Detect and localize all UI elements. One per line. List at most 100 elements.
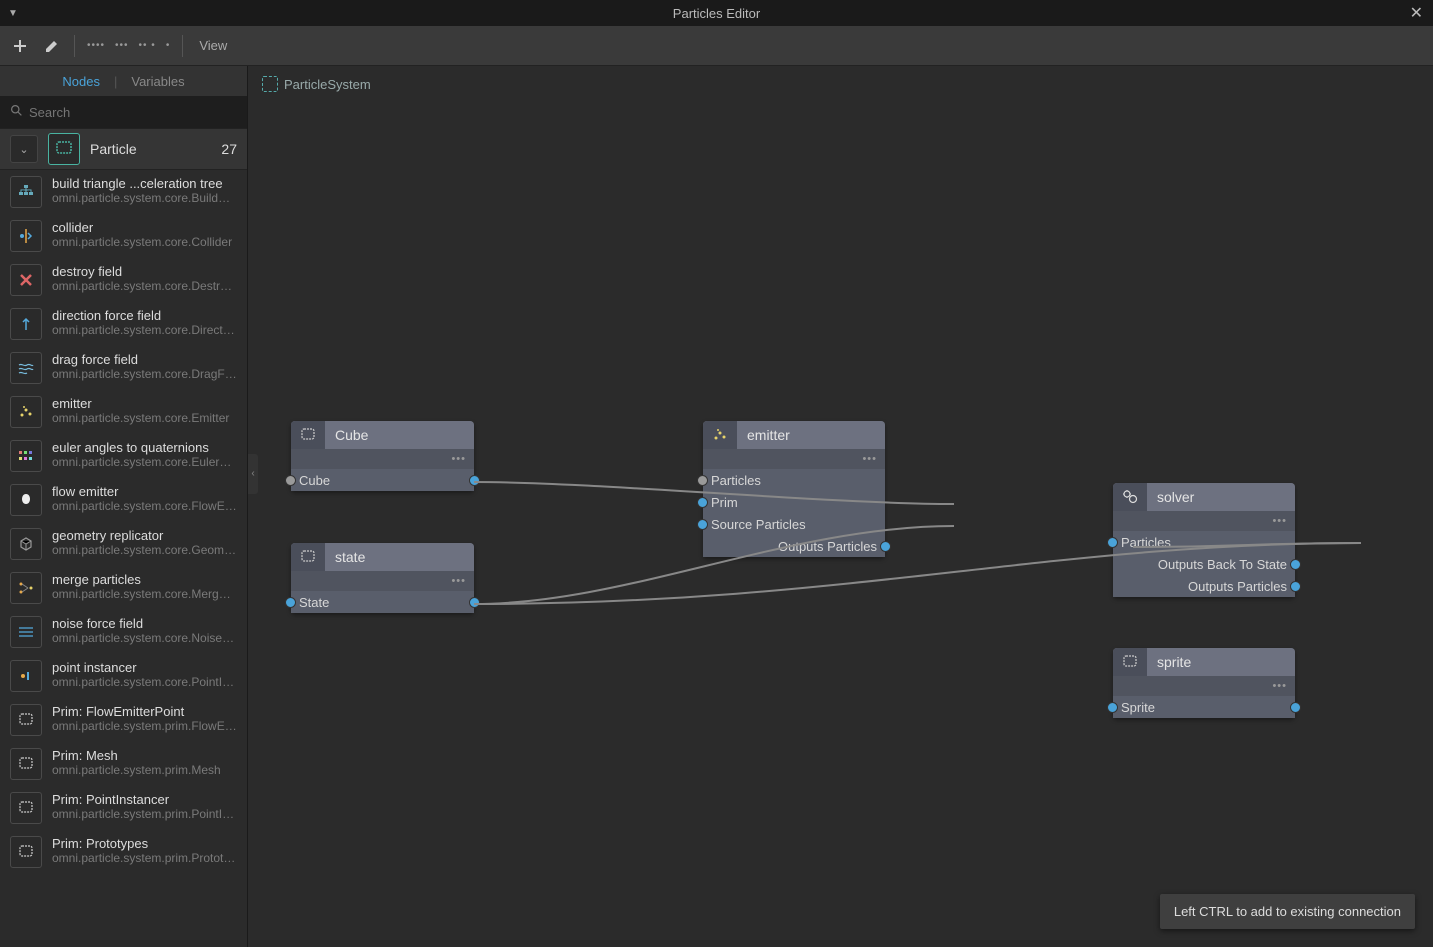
- node-state-icon: [291, 543, 325, 571]
- node-menu-icon[interactable]: •••: [862, 453, 877, 465]
- breadcrumb[interactable]: ParticleSystem: [262, 76, 371, 92]
- collapse-handle[interactable]: ‹: [248, 454, 258, 494]
- port-emitter-source-label: Source Particles: [711, 517, 806, 532]
- node-menu-icon[interactable]: •••: [451, 575, 466, 587]
- chevron-down-icon[interactable]: ⌄: [10, 135, 38, 163]
- view-menu[interactable]: View: [199, 38, 227, 53]
- separator: [74, 35, 75, 57]
- list-item-name: noise force field: [52, 616, 237, 631]
- list-item-path: omni.particle.system.core.NoiseForceFiel…: [52, 631, 237, 645]
- canvas[interactable]: ParticleSystem: [248, 66, 1433, 947]
- category-particle-icon: [48, 133, 80, 165]
- list-item[interactable]: merge particlesomni.particle.system.core…: [0, 566, 247, 610]
- node-solver-title: solver: [1147, 489, 1194, 505]
- search-input[interactable]: [29, 105, 237, 120]
- list-item[interactable]: Prim: PointInstanceromni.particle.system…: [0, 786, 247, 830]
- toolbar-dots-2[interactable]: •• •: [139, 40, 156, 51]
- port-cube-out[interactable]: [469, 475, 480, 486]
- node-list[interactable]: build triangle ...celeration treeomni.pa…: [0, 170, 247, 947]
- node-menu-icon[interactable]: •••: [1272, 680, 1287, 692]
- list-item[interactable]: euler angles to quaternionsomni.particle…: [0, 434, 247, 478]
- tab-variables[interactable]: Variables: [131, 74, 184, 89]
- port-cube-in-label: Cube: [299, 473, 330, 488]
- window-title: Particles Editor: [673, 6, 760, 21]
- list-item-name: point instancer: [52, 660, 237, 675]
- port-sprite-out[interactable]: [1290, 702, 1301, 713]
- list-item[interactable]: Prim: Prototypesomni.particle.system.pri…: [0, 830, 247, 874]
- list-item[interactable]: drag force fieldomni.particle.system.cor…: [0, 346, 247, 390]
- list-item-name: euler angles to quaternions: [52, 440, 237, 455]
- list-item[interactable]: direction force fieldomni.particle.syste…: [0, 302, 247, 346]
- edit-icon[interactable]: [42, 36, 62, 56]
- port-emitter-particles-label: Particles: [711, 473, 761, 488]
- list-item-path: omni.particle.system.prim.FlowEmitterPoi…: [52, 719, 237, 733]
- node-menu-icon[interactable]: •••: [451, 453, 466, 465]
- toolbar-dots-1[interactable]: •: [166, 40, 171, 51]
- list-item-path: omni.particle.system.core.Emitter: [52, 411, 237, 425]
- prim-icon: [10, 704, 42, 736]
- port-state-in[interactable]: [285, 597, 296, 608]
- port-solver-back-label: Outputs Back To State: [1158, 557, 1287, 572]
- node-solver[interactable]: solver ••• Particles Outputs Back To Sta…: [1113, 483, 1295, 597]
- port-solver-out[interactable]: [1290, 581, 1301, 592]
- list-item-name: build triangle ...celeration tree: [52, 176, 237, 191]
- list-item[interactable]: noise force fieldomni.particle.system.co…: [0, 610, 247, 654]
- list-item-path: omni.particle.system.core.DirectionForce…: [52, 323, 237, 337]
- point-icon: [10, 660, 42, 692]
- toolbar-dots-group: •••• ••• •• • •: [87, 40, 170, 51]
- geometry-icon: [10, 528, 42, 560]
- port-cube-in[interactable]: [285, 475, 296, 486]
- node-cube-title: Cube: [325, 427, 368, 443]
- port-solver-particles[interactable]: [1107, 537, 1118, 548]
- list-item-path: omni.particle.system.core.BuildAccelerat…: [52, 191, 237, 205]
- list-item-path: omni.particle.system.core.EulerAnglesToQ…: [52, 455, 237, 469]
- list-item[interactable]: emitteromni.particle.system.core.Emitter: [0, 390, 247, 434]
- node-state-title: state: [325, 549, 365, 565]
- list-item[interactable]: point instanceromni.particle.system.core…: [0, 654, 247, 698]
- list-item-path: omni.particle.system.prim.PointInstancer: [52, 807, 237, 821]
- prim-icon: [10, 748, 42, 780]
- collapse-arrow-icon[interactable]: ▼: [8, 8, 18, 19]
- port-emitter-prim[interactable]: [697, 497, 708, 508]
- node-sprite[interactable]: sprite ••• Sprite: [1113, 648, 1295, 718]
- node-cube[interactable]: Cube ••• Cube: [291, 421, 474, 491]
- list-item[interactable]: Prim: Meshomni.particle.system.prim.Mesh: [0, 742, 247, 786]
- close-icon[interactable]: ✕: [1410, 3, 1423, 23]
- toolbar-dots-4[interactable]: ••••: [87, 40, 105, 51]
- port-state-out[interactable]: [469, 597, 480, 608]
- port-solver-back[interactable]: [1290, 559, 1301, 570]
- list-item[interactable]: flow emitteromni.particle.system.core.Fl…: [0, 478, 247, 522]
- node-cube-icon: [291, 421, 325, 449]
- category-name: Particle: [90, 141, 211, 157]
- tooltip: Left CTRL to add to existing connection: [1160, 894, 1415, 929]
- tab-nodes[interactable]: Nodes: [62, 74, 100, 89]
- node-sprite-icon: [1113, 648, 1147, 676]
- search-row: [0, 96, 247, 128]
- node-state[interactable]: state ••• State: [291, 543, 474, 613]
- list-item[interactable]: build triangle ...celeration treeomni.pa…: [0, 170, 247, 214]
- list-item-name: Prim: Mesh: [52, 748, 237, 763]
- port-emitter-out[interactable]: [880, 541, 891, 552]
- toolbar: •••• ••• •• • • View: [0, 26, 1433, 66]
- toolbar-dots-3[interactable]: •••: [115, 40, 129, 51]
- node-emitter[interactable]: emitter ••• Particles Prim: [703, 421, 885, 557]
- tree-icon: [10, 176, 42, 208]
- list-item-path: omni.particle.system.core.DestroyField: [52, 279, 237, 293]
- flow-icon: [10, 484, 42, 516]
- add-icon[interactable]: [10, 36, 30, 56]
- list-item[interactable]: destroy fieldomni.particle.system.core.D…: [0, 258, 247, 302]
- list-item-path: omni.particle.system.core.Collider: [52, 235, 237, 249]
- port-emitter-source[interactable]: [697, 519, 708, 530]
- titlebar: ▼ Particles Editor ✕: [0, 0, 1433, 26]
- port-emitter-particles[interactable]: [697, 475, 708, 486]
- port-state-in-label: State: [299, 595, 329, 610]
- merge-icon: [10, 572, 42, 604]
- port-sprite-in[interactable]: [1107, 702, 1118, 713]
- list-item[interactable]: collideromni.particle.system.core.Collid…: [0, 214, 247, 258]
- category-header[interactable]: ⌄ Particle 27: [0, 128, 247, 170]
- node-menu-icon[interactable]: •••: [1272, 515, 1287, 527]
- list-item[interactable]: geometry replicatoromni.particle.system.…: [0, 522, 247, 566]
- node-emitter-icon: [703, 421, 737, 449]
- list-item[interactable]: Prim: FlowEmitterPointomni.particle.syst…: [0, 698, 247, 742]
- prim-icon: [10, 836, 42, 868]
